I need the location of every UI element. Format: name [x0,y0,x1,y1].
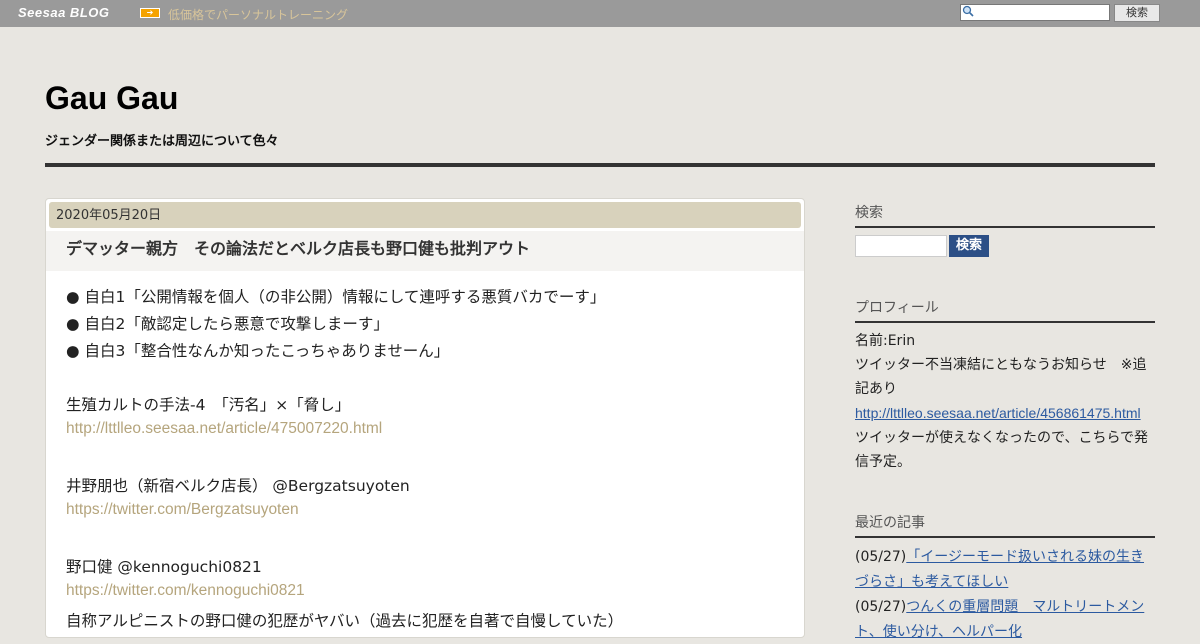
sidebar-search-input[interactable] [855,235,947,257]
search-icon [962,5,974,17]
recent-article-date: (05/27) [855,599,907,615]
arrow-right-icon: ➔ [140,8,160,18]
article-line: ● 自白1「公開情報を個人（の非公開）情報にして連呼する悪質バカでーす」 [66,288,606,306]
recent-articles-list: (05/27)「イージーモード扱いされる妹の生きづらさ」も考えてほしい (05/… [855,544,1155,644]
promo-link[interactable]: 低価格でパーソナルトレーニング [168,6,348,23]
profile-link[interactable]: http://lttlleo.seesaa.net/article/456861… [855,405,1141,421]
recent-article-item: (05/27)「イージーモード扱いされる妹の生きづらさ」も考えてほしい [855,544,1155,594]
article-line: 生殖カルトの手法-4 「汚名」×「脅し」 [66,396,351,414]
article-card: 2020年05月20日 デマッター親方 その論法だとベルク店長も野口健も批判アウ… [45,198,805,638]
profile-name: 名前:Erin [855,333,916,349]
sidebar-search-button[interactable]: 検索 [949,235,989,257]
article-line: 野口健 @kennoguchi0821 [66,558,262,576]
article-title[interactable]: デマッター親方 その論法だとベルク店長も野口健も批判アウト [46,231,804,271]
sidebar-profile-heading: プロフィール [855,297,1155,323]
recent-article-item: (05/27)つんくの重層問題 マルトリートメント、使い分け、ヘルパー化 [855,594,1155,644]
article-link[interactable]: https://twitter.com/kennoguchi0821 [66,582,305,600]
article-date: 2020年05月20日 [49,202,801,228]
sidebar-recent-heading: 最近の記事 [855,512,1155,538]
top-search-input[interactable] [960,4,1110,21]
blog-description: ジェンダー関係または周辺について色々 [45,134,279,149]
article-line: 自称アルピニストの野口健の犯歴がヤバい（過去に犯歴を自著で自慢していた） [66,612,624,630]
seesaa-blog-logo[interactable]: Seesaa BLOG [18,5,110,20]
article-link[interactable]: http://lttlleo.seesaa.net/article/475007… [66,420,382,438]
header-divider [45,163,1155,167]
article-line: ● 自白2「敵認定したら悪意で攻撃しまーす」 [66,315,389,333]
blog-title[interactable]: Gau Gau [45,80,178,117]
top-search-button[interactable]: 検索 [1114,4,1160,22]
article-link[interactable]: https://twitter.com/Bergzatsuyoten [66,501,299,519]
sidebar-search-heading: 検索 [855,202,1155,228]
profile-notice: ツイッター不当凍結にともなうお知らせ ※追記あり [855,357,1147,397]
top-bar: Seesaa BLOG ➔ 低価格でパーソナルトレーニング 検索 [0,0,1200,27]
recent-article-date: (05/27) [855,549,907,565]
profile-block: 名前:Erin ツイッター不当凍結にともなうお知らせ ※追記あり http://… [855,329,1155,474]
article-line: ● 自白3「整合性なんか知ったこっちゃありませーん」 [66,342,450,360]
profile-note: ツイッターが使えなくなったので、こちらで発信予定。 [855,430,1149,470]
article-line: 井野朋也（新宿ベルク店長） @Bergzatsuyoten [66,477,410,495]
